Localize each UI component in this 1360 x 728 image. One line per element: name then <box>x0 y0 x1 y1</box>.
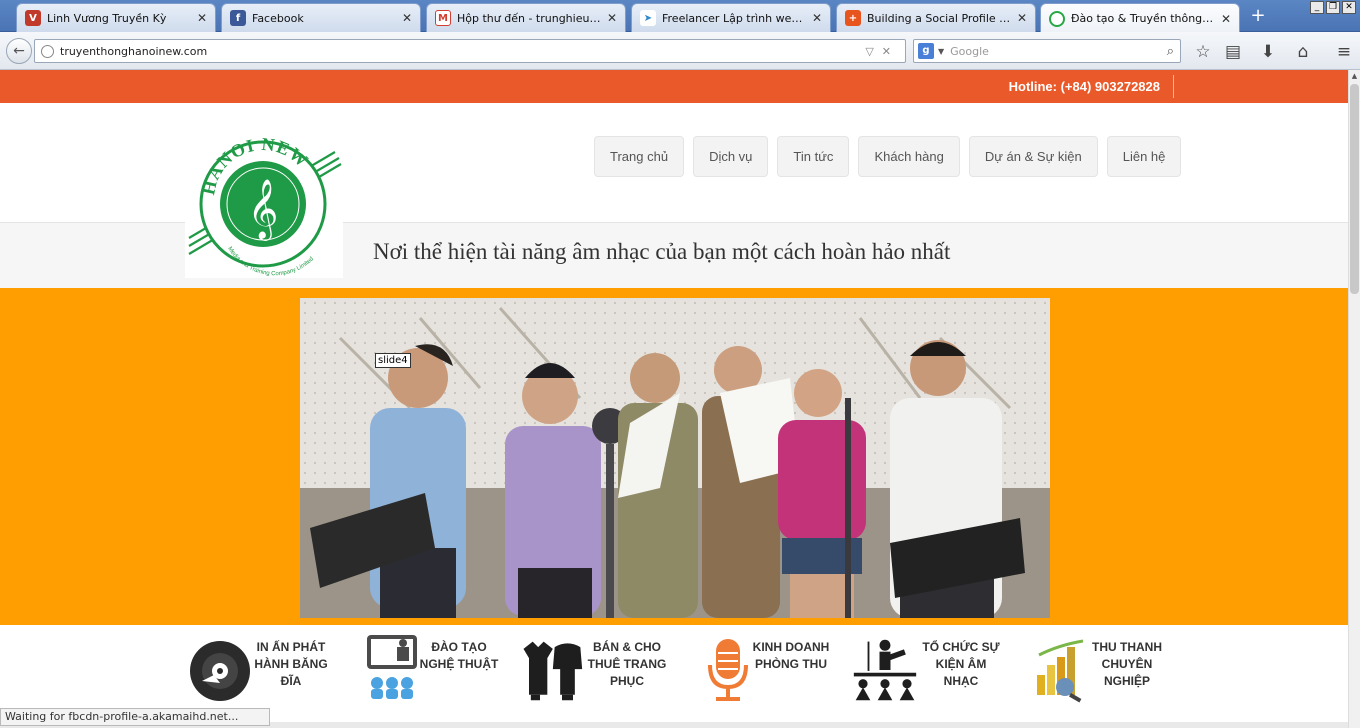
svg-text:𝄞: 𝄞 <box>248 179 279 241</box>
service-label: THU THANH CHUYÊN NGHIỆP <box>1092 640 1162 688</box>
cd-disc-icon <box>190 641 250 701</box>
search-bar[interactable]: g ▼ Google ⌕ <box>913 39 1181 63</box>
search-icon[interactable]: ⌕ <box>1167 44 1174 59</box>
service-label: BÁN & CHO THUÊ TRANG PHỤC <box>587 640 667 688</box>
banner: slide4 <box>0 288 1348 625</box>
tab-linh-vuong[interactable]: V Linh Vương Truyền Kỳ ✕ <box>16 3 216 32</box>
studio-photo-slide[interactable]: slide4 <box>300 298 1050 618</box>
tab-gmail[interactable]: M Hộp thư đến - trunghieubn9... ✕ <box>426 3 626 32</box>
tab-label: Hộp thư đến - trunghieubn9... <box>457 11 601 25</box>
menu-item-dich-vu[interactable]: Dịch vụ <box>693 136 769 177</box>
service-cd-printing[interactable]: IN ẤN PHÁT HÀNH BĂNG ĐĨA <box>188 635 348 715</box>
download-icon[interactable]: ⬇ <box>1257 41 1279 63</box>
close-icon[interactable]: ✕ <box>812 11 822 25</box>
tab-label: Building a Social Profile Widg... <box>867 11 1011 25</box>
close-icon[interactable]: ✕ <box>1017 11 1027 25</box>
navigation-toolbar: ← truyenthonghanoinew.com ▽✕ g ▼ Google … <box>0 32 1360 70</box>
window-controls: _ ❐ ✕ <box>1310 1 1356 14</box>
tab-label: Đào tạo & Truyền thông Hà ... <box>1071 12 1215 25</box>
close-icon[interactable]: ✕ <box>197 11 207 25</box>
tab-facebook[interactable]: f Facebook ✕ <box>221 3 421 32</box>
plus-cross-icon: + <box>845 10 861 26</box>
scrollbar-thumb[interactable] <box>1350 84 1359 294</box>
close-window-icon[interactable]: ✕ <box>1342 1 1356 14</box>
reading-list-icon[interactable]: ▤ <box>1222 41 1244 63</box>
menu-item-trang-chu[interactable]: Trang chủ <box>594 136 685 177</box>
new-tab-icon[interactable]: + <box>1247 6 1269 26</box>
freelancer-icon: ➤ <box>640 10 656 26</box>
url-text[interactable]: truyenthonghanoinew.com <box>60 45 865 58</box>
service-label: IN ẤN PHÁT HÀNH BĂNG ĐĨA <box>254 640 328 688</box>
home-icon[interactable]: ⌂ <box>1292 41 1314 63</box>
minimize-icon[interactable]: _ <box>1310 1 1324 14</box>
chevron-down-icon[interactable]: ▼ <box>938 47 944 56</box>
bookmark-star-icon[interactable]: ☆ <box>1192 41 1214 63</box>
service-costume-rental[interactable]: BÁN & CHO THUÊ TRANG PHỤC <box>518 635 678 715</box>
studio-recording-photo <box>300 298 1050 618</box>
browser-tab-strip: V Linh Vương Truyền Kỳ ✕ f Facebook ✕ M … <box>0 0 1360 33</box>
game-icon: V <box>25 10 41 26</box>
service-label: TỔ CHỨC SỰ KIỆN ÂM NHẠC <box>922 640 1000 688</box>
menu-item-tin-tuc[interactable]: Tin tức <box>777 136 850 177</box>
google-icon[interactable]: g <box>918 43 934 59</box>
service-label: KINH DOANH PHÒNG THU <box>752 640 830 671</box>
treble-clef-logo-icon: 𝄞 HANOI NEW Media and Training Company L… <box>188 134 342 277</box>
menu-item-du-an-su-kien[interactable]: Dự án & Sự kiện <box>968 136 1098 177</box>
facebook-icon: f <box>230 10 246 26</box>
menu-item-khach-hang[interactable]: Khách hàng <box>858 136 960 177</box>
menu-icon[interactable]: ≡ <box>1333 41 1355 63</box>
close-icon[interactable]: ✕ <box>1221 12 1231 26</box>
service-art-training[interactable]: ĐÀO TẠO NGHỆ THUẬT <box>362 635 512 715</box>
tab-label: Linh Vương Truyền Kỳ <box>47 11 167 25</box>
tab-building-widget[interactable]: + Building a Social Profile Widg... ✕ <box>836 3 1036 32</box>
tab-dao-tao-active[interactable]: Đào tạo & Truyền thông Hà ... ✕ <box>1040 3 1240 33</box>
vertical-scrollbar[interactable]: ▲ <box>1348 70 1360 728</box>
main-menu: Trang chủ Dịch vụ Tin tức Khách hàng Dự … <box>594 136 1182 177</box>
restore-icon[interactable]: ❐ <box>1326 1 1340 14</box>
service-label: ĐÀO TẠO NGHỆ THUẬT <box>419 640 499 671</box>
concert-stage-icon <box>853 639 917 701</box>
service-music-events[interactable]: TỔ CHỨC SỰ KIỆN ÂM NHẠC <box>852 635 1012 715</box>
tab-label: Freelancer Lập trình web - N... <box>662 11 806 25</box>
address-bar[interactable]: truyenthonghanoinew.com ▽✕ <box>34 39 906 63</box>
service-studio-rental[interactable]: KINH DOANH PHÒNG THU <box>696 635 846 715</box>
hotline: Hotline: (+84) 903272828 <box>1008 79 1160 94</box>
tab-freelancer[interactable]: ➤ Freelancer Lập trình web - N... ✕ <box>631 3 831 32</box>
top-bar: Hotline: (+84) 903272828 <box>0 70 1348 103</box>
scroll-up-icon[interactable]: ▲ <box>1349 70 1360 82</box>
hanoi-new-logo[interactable]: 𝄞 HANOI NEW Media and Training Company L… <box>185 130 343 278</box>
site-tagline: Nơi thể hiện tài năng âm nhạc của bạn mộ… <box>373 239 951 264</box>
service-pro-recording[interactable]: THU THANH CHUYÊN NGHIỆP <box>1030 635 1180 715</box>
webpage: Hotline: (+84) 903272828 Trang chủ Dịch … <box>0 70 1348 728</box>
loading-icon <box>1049 10 1065 27</box>
slide-tooltip: slide4 <box>375 353 411 368</box>
divider <box>1173 75 1174 98</box>
search-input[interactable]: Google <box>950 45 1167 58</box>
tab-label: Facebook <box>252 11 304 25</box>
back-arrow-icon[interactable]: ← <box>6 38 32 64</box>
url-dropdown-reload-icons[interactable]: ▽✕ <box>865 45 899 58</box>
close-icon[interactable]: ✕ <box>402 11 412 25</box>
gmail-icon: M <box>435 10 451 26</box>
costume-icon <box>523 641 583 701</box>
close-icon[interactable]: ✕ <box>607 11 617 25</box>
menu-item-lien-he[interactable]: Liên hệ <box>1106 136 1182 177</box>
globe-icon <box>41 44 54 58</box>
status-bar: Waiting for fbcdn-profile-a.akamaihd.net… <box>0 708 270 726</box>
